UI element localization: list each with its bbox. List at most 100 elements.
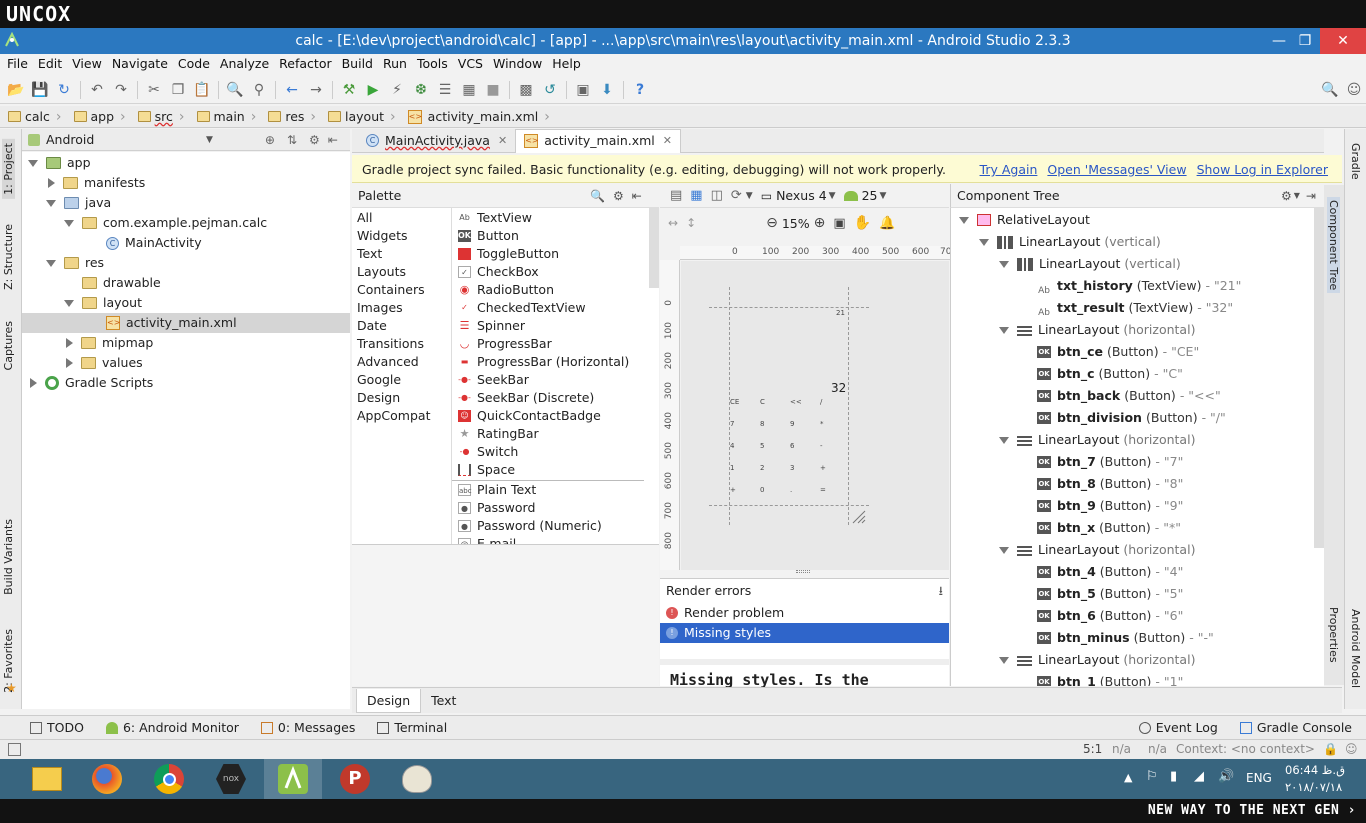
component-tree-row[interactable]: OK btn_5 (Button) - "5" [1019,583,1183,605]
tab-android-model[interactable]: Android Model [1349,609,1362,688]
battery-icon[interactable]: ▮ [1170,769,1177,784]
tab-design[interactable]: Design [356,688,422,713]
network-blocked-icon[interactable]: ⚐ [1146,769,1158,784]
dropdown-arrow-icon[interactable]: ▼ [746,191,753,201]
taskbar-paint[interactable] [388,759,446,799]
tab-captures[interactable]: Captures [2,321,15,370]
stop-icon[interactable]: ■ [484,81,502,99]
breadcrumb-res[interactable]: res › [260,106,320,128]
run-icon[interactable]: ▶ [364,81,382,99]
expand-toggle-icon[interactable] [979,238,989,246]
palette-item-quickcontactbadge[interactable]: ☺ QuickContactBadge [458,407,601,425]
tree-item-mainactivity[interactable]: C MainActivity [22,233,350,253]
context-indicator[interactable]: Context: <no context> [1176,742,1315,756]
component-tree-row[interactable]: LinearLayout (vertical) [999,253,1181,275]
both-views-icon[interactable]: ◫ [711,188,723,203]
close-button[interactable]: ✕ [1320,28,1366,54]
search-icon[interactable]: 🔍 [590,189,605,203]
palette-item-textview[interactable]: Ab TextView [458,209,532,227]
collapse-all-icon[interactable]: ⇅ [287,133,297,147]
palette-item-seekbar-discrete[interactable]: -●- SeekBar (Discrete) [458,389,594,407]
clock-time[interactable]: 06:44 ق.ظ [1285,763,1345,777]
palette-item-progressbar-horizontal[interactable]: ▬ ProgressBar (Horizontal) [458,353,630,371]
tab-structure[interactable]: Z: Structure [2,224,15,290]
palette-category[interactable]: Layouts [357,263,406,281]
palette-item-password-numeric[interactable]: ● Password (Numeric) [458,517,602,535]
tree-item-app[interactable]: app [22,153,350,173]
component-tree-row[interactable]: Ab txt_result (TextView) - "32" [1019,297,1233,319]
palette-category[interactable]: Containers [357,281,425,299]
component-tree-row[interactable]: OK btn_9 (Button) - "9" [1019,495,1183,517]
tree-item-gradle-scripts[interactable]: Gradle Scripts [22,373,350,393]
show-hidden-icons-icon[interactable]: ▲ [1124,771,1132,784]
expand-toggle-icon[interactable] [999,260,1009,268]
project-structure-icon[interactable]: ▣ [574,81,592,99]
paste-icon[interactable]: 📋 [193,81,211,99]
component-tree-row[interactable]: OK btn_x (Button) - "*" [1019,517,1181,539]
menu-build[interactable]: Build [337,54,378,74]
palette-item-password[interactable]: ● Password [458,499,535,517]
clock-date[interactable]: ۲۰۱۸/۰۷/۱۸ [1285,780,1342,794]
close-tab-icon[interactable]: ✕ [498,129,507,153]
tool-messages[interactable]: 0: Messages [260,716,355,740]
component-tree-row[interactable]: OK btn_c (Button) - "C" [1019,363,1183,385]
tree-settings-icon[interactable]: ⚙ [1281,189,1292,203]
breadcrumb-calc[interactable]: calc › [0,106,66,128]
blueprint-view-icon[interactable]: ▦ [690,188,702,203]
settings-gear-icon[interactable]: ⚙ [309,133,320,147]
palette-settings-icon[interactable]: ⚙ [613,189,624,203]
taskbar-psiphon[interactable]: P [326,759,384,799]
hide-panel-icon[interactable]: ⇤ [328,133,338,147]
tab-activity-main-xml[interactable]: <> activity_main.xml ✕ [515,128,681,153]
palette-item-spinner[interactable]: ☰ Spinner [458,317,525,335]
component-tree-row[interactable]: LinearLayout (horizontal) [999,429,1195,451]
component-tree-row[interactable]: LinearLayout (vertical) [979,231,1161,253]
zoom-to-fit-icon[interactable]: ▣ [833,216,845,231]
dropdown-arrow-icon[interactable]: ▼ [206,135,213,145]
tab-properties[interactable]: Properties [1327,607,1340,663]
device-monitor-icon[interactable]: ▩ [517,81,535,99]
expand-toggle-icon[interactable] [999,436,1009,444]
palette-item-button[interactable]: OK Button [458,227,519,245]
profile-user-icon[interactable]: ☺ [1345,81,1363,99]
component-tree-row[interactable]: OK btn_7 (Button) - "7" [1019,451,1183,473]
forward-icon[interactable]: → [307,81,325,99]
menu-run[interactable]: Run [378,54,412,74]
pan-left-icon[interactable]: ↔ [668,216,678,230]
palette-category[interactable]: Transitions [357,335,424,353]
component-tree-row[interactable]: OK btn_division (Button) - "/" [1019,407,1226,429]
tool-terminal[interactable]: Terminal [377,716,447,740]
component-tree-row[interactable]: OK btn_6 (Button) - "6" [1019,605,1183,627]
language-indicator[interactable]: ENG [1246,771,1272,785]
breadcrumb-src[interactable]: src › [130,106,189,128]
component-tree-row[interactable]: LinearLayout (horizontal) [999,649,1195,671]
zoom-out-icon[interactable]: ⊖ [766,215,778,231]
menu-tools[interactable]: Tools [412,54,453,74]
breadcrumb-app[interactable]: app › [66,106,130,128]
pan-hand-icon[interactable]: ✋ [854,215,871,231]
menu-vcs[interactable]: VCS [453,54,488,74]
redo-icon[interactable]: ↷ [112,81,130,99]
apply-changes-icon[interactable]: ⚡ [388,81,406,99]
tool-gradle-console[interactable]: Gradle Console [1239,716,1352,740]
undo-icon[interactable]: ↶ [88,81,106,99]
tree-item-java[interactable]: java [22,193,350,213]
menu-code[interactable]: Code [173,54,215,74]
toggle-panels-icon[interactable] [8,743,21,756]
palette-category[interactable]: Google [357,371,401,389]
breadcrumb-activity-main[interactable]: <> activity_main.xml › [400,106,554,128]
error-missing-styles[interactable]: ! Missing styles [660,623,949,643]
component-tree-row[interactable]: OK btn_4 (Button) - "4" [1019,561,1183,583]
dropdown-arrow-icon[interactable]: ▼ [879,191,886,201]
tree-item-layout[interactable]: layout [22,293,350,313]
palette-item-checkbox[interactable]: ✓ CheckBox [458,263,539,281]
cut-icon[interactable]: ✂ [145,81,163,99]
component-tree-row[interactable]: OK btn_8 (Button) - "8" [1019,473,1183,495]
download-icon[interactable]: ⭳ [939,581,943,601]
gradle-sync-icon[interactable]: ↺ [541,81,559,99]
error-render-problem[interactable]: ! Render problem [660,603,949,623]
line-separator[interactable]: n/a [1112,742,1131,756]
attach-debugger-icon[interactable]: ☰ [436,81,454,99]
tree-item-values[interactable]: values [22,353,350,373]
open-messages-link[interactable]: Open 'Messages' View [1047,162,1186,177]
